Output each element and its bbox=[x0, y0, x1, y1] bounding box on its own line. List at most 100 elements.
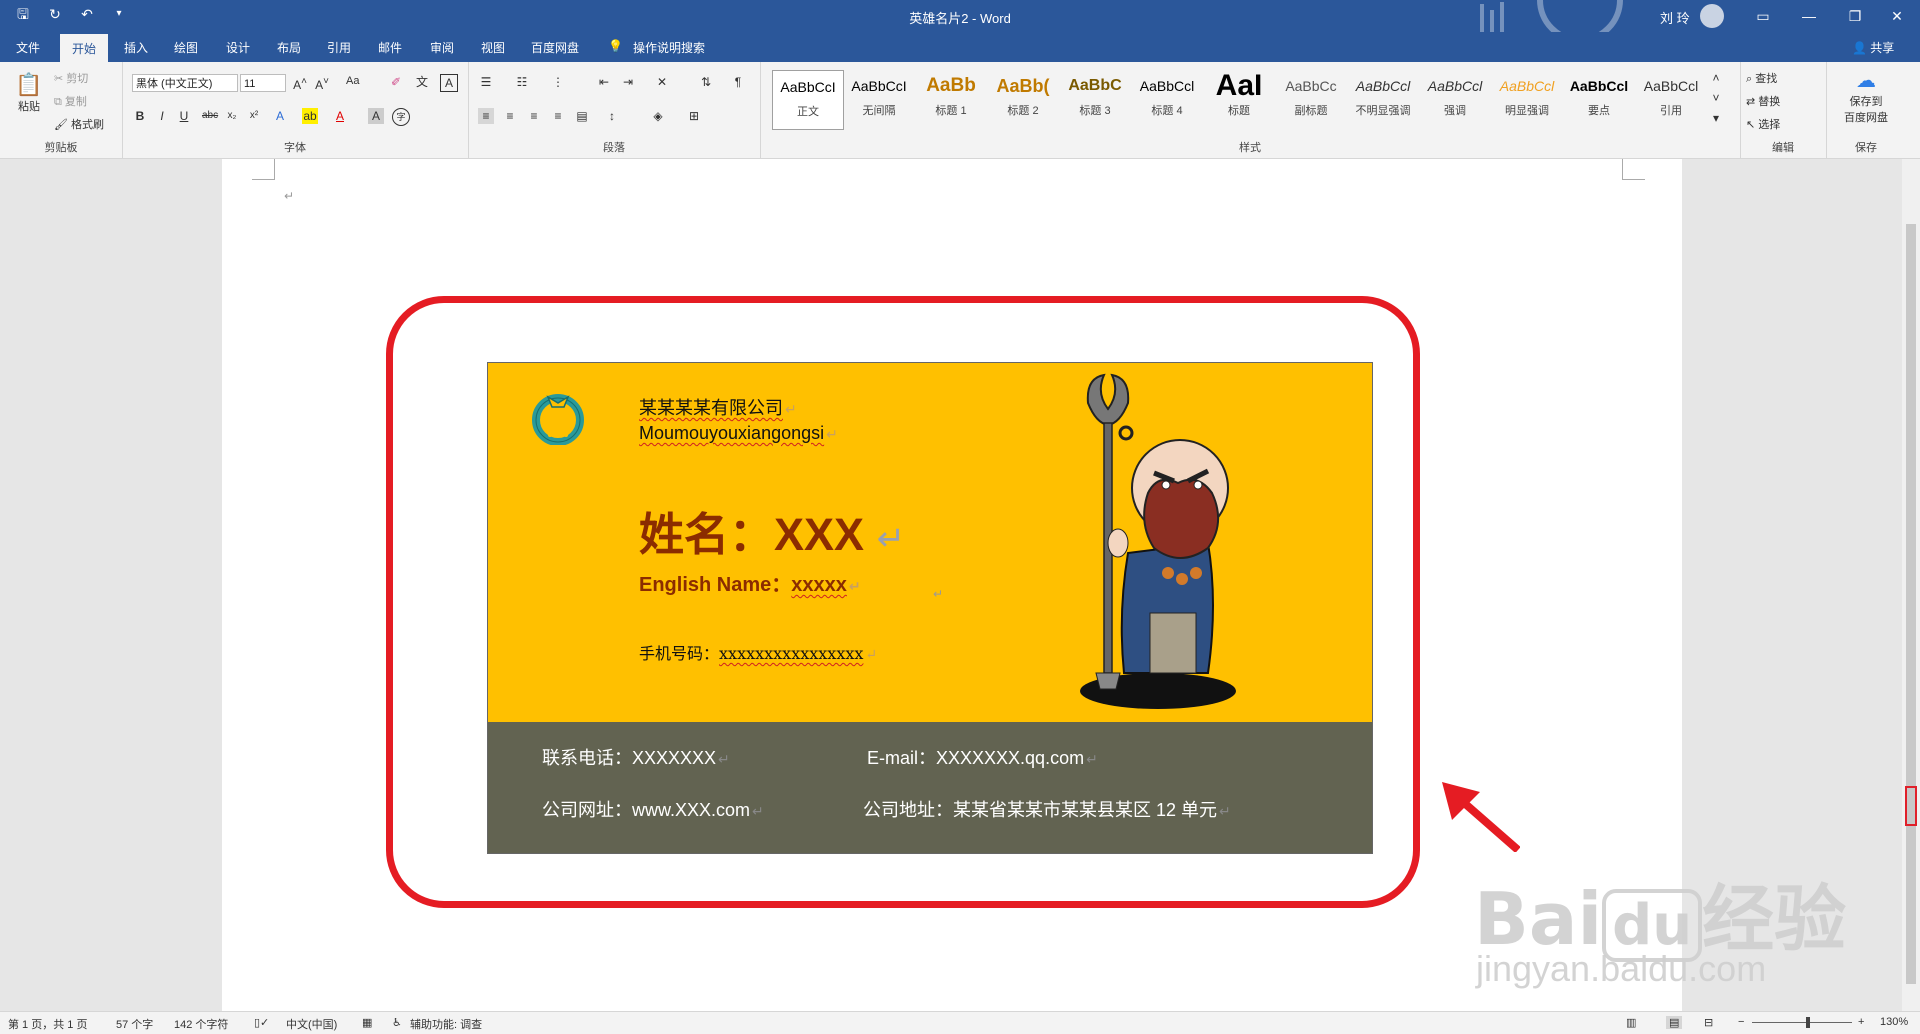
style-item[interactable]: AaBbCcl 明显强调 bbox=[1492, 70, 1562, 128]
tab-mailings[interactable]: 邮件 bbox=[378, 39, 402, 56]
replace-button[interactable]: ⇄ 替换 bbox=[1746, 93, 1780, 109]
find-button[interactable]: ⌕ 查找 bbox=[1746, 70, 1777, 86]
align-left-icon[interactable]: ≡ bbox=[478, 108, 494, 124]
char-count[interactable]: 142 个字符 bbox=[174, 1016, 228, 1032]
read-mode-icon[interactable]: ▥ bbox=[1626, 1016, 1636, 1029]
format-painter-button[interactable]: 🖌 格式刷 bbox=[54, 116, 104, 132]
multilevel-list-icon[interactable]: ⋮ bbox=[550, 74, 566, 90]
accessibility-status[interactable]: 辅助功能: 调查 bbox=[410, 1016, 482, 1032]
style-item[interactable]: AaBbCcl 要点 bbox=[1564, 70, 1634, 128]
show-marks-icon[interactable]: ¶ bbox=[730, 74, 746, 90]
distributed-icon[interactable]: ▤ bbox=[574, 108, 590, 124]
save-to-netdisk-button[interactable]: ☁ 保存到 百度网盘 bbox=[1830, 68, 1902, 125]
decrease-indent-icon[interactable]: ⇤ bbox=[596, 74, 612, 90]
justify-icon[interactable]: ≡ bbox=[550, 108, 566, 124]
font-color-icon[interactable]: A bbox=[332, 108, 348, 124]
asian-layout-icon[interactable]: ✕ bbox=[654, 74, 670, 90]
shading-icon[interactable]: ◈ bbox=[650, 108, 666, 124]
text-effects-icon[interactable]: A bbox=[272, 108, 288, 124]
bold-icon[interactable]: B bbox=[132, 108, 148, 124]
line-spacing-icon[interactable]: ↕ bbox=[604, 108, 620, 124]
highlight-icon[interactable]: ab bbox=[302, 108, 318, 124]
paste-button[interactable]: 📋 粘贴 bbox=[14, 72, 44, 114]
restore-icon[interactable]: ❐ bbox=[1832, 0, 1878, 32]
minimize-icon[interactable]: — bbox=[1786, 0, 1832, 32]
subscript-icon[interactable]: x₂ bbox=[224, 108, 240, 124]
accessibility-icon[interactable]: ♿ bbox=[392, 1016, 402, 1029]
style-item[interactable]: AaBbCcl 标题 4 bbox=[1132, 70, 1202, 128]
change-case-button[interactable]: Aa bbox=[346, 75, 359, 87]
zoom-slider[interactable] bbox=[1752, 1022, 1852, 1023]
cut-button[interactable]: ✂ 剪切 bbox=[54, 70, 88, 86]
zoom-slider-thumb[interactable] bbox=[1806, 1017, 1810, 1028]
copy-button[interactable]: ⧉ 复制 bbox=[54, 93, 87, 109]
web-layout-icon[interactable]: ⊟ bbox=[1704, 1016, 1713, 1029]
tab-insert[interactable]: 插入 bbox=[124, 39, 148, 56]
wreath-logo-icon bbox=[532, 394, 584, 445]
bullets-icon[interactable]: ☰ bbox=[478, 74, 494, 90]
style-item[interactable]: AaBbCcl 强调 bbox=[1420, 70, 1490, 128]
tab-draw[interactable]: 绘图 bbox=[174, 39, 198, 56]
char-border-icon[interactable]: A bbox=[440, 74, 458, 92]
select-button[interactable]: ↖ 选择 bbox=[1746, 116, 1780, 132]
styles-scroll-down-icon[interactable]: ˅ bbox=[1708, 90, 1724, 106]
style-item[interactable]: AaBbCcI 无间隔 bbox=[844, 70, 914, 128]
ribbon-display-icon[interactable]: ▭ bbox=[1740, 0, 1786, 32]
copy-icon: ⧉ bbox=[54, 96, 62, 108]
char-shading-icon[interactable]: A bbox=[368, 108, 384, 124]
italic-icon[interactable]: I bbox=[154, 108, 170, 124]
enclose-char-icon[interactable]: 字 bbox=[392, 108, 410, 126]
zoom-level[interactable]: 130% bbox=[1880, 1016, 1908, 1028]
font-size-select[interactable]: 11 bbox=[240, 74, 286, 92]
tab-home[interactable]: 开始 bbox=[60, 34, 109, 62]
style-item[interactable]: AaBbCcI 正文 bbox=[772, 70, 844, 130]
tell-me-search[interactable]: 操作说明搜索 bbox=[633, 39, 705, 56]
tab-file[interactable]: 文件 bbox=[16, 39, 40, 56]
tab-references[interactable]: 引用 bbox=[327, 39, 351, 56]
increase-indent-icon[interactable]: ⇥ bbox=[620, 74, 636, 90]
sort-icon[interactable]: ⇅ bbox=[698, 74, 714, 90]
editing-group: ⌕ 查找 ⇄ 替换 ↖ 选择 编辑 bbox=[1740, 62, 1827, 158]
tab-layout[interactable]: 布局 bbox=[277, 39, 301, 56]
page-count[interactable]: 第 1 页，共 1 页 bbox=[8, 1016, 87, 1032]
tab-design[interactable]: 设计 bbox=[226, 39, 250, 56]
style-item[interactable]: AaBbCcl 引用 bbox=[1636, 70, 1706, 128]
share-button[interactable]: 👤 共享 bbox=[1852, 39, 1894, 56]
strikethrough-icon[interactable]: abc bbox=[202, 108, 218, 124]
print-layout-icon[interactable]: ▤ bbox=[1666, 1016, 1683, 1029]
borders-icon[interactable]: ⊞ bbox=[686, 108, 702, 124]
tab-view[interactable]: 视图 bbox=[481, 39, 505, 56]
styles-scroll-up-icon[interactable]: ˄ bbox=[1708, 70, 1724, 86]
tab-baidu-netdisk[interactable]: 百度网盘 bbox=[531, 39, 579, 56]
style-item[interactable]: AaBbC 标题 3 bbox=[1060, 70, 1130, 128]
avatar[interactable] bbox=[1700, 4, 1724, 28]
grow-font-icon[interactable]: A˄ bbox=[292, 74, 308, 92]
scrollbar-thumb[interactable] bbox=[1906, 224, 1916, 984]
style-item[interactable]: AaI 标题 bbox=[1204, 70, 1274, 128]
numbering-icon[interactable]: ☷ bbox=[514, 74, 530, 90]
styles-more-icon[interactable]: ▾ bbox=[1708, 110, 1724, 126]
style-item[interactable]: AaBbCc 副标题 bbox=[1276, 70, 1346, 128]
close-icon[interactable]: ✕ bbox=[1874, 0, 1920, 32]
phonetic-guide-icon[interactable]: 文 bbox=[414, 74, 430, 90]
align-center-icon[interactable]: ≡ bbox=[502, 108, 518, 124]
clear-format-icon[interactable]: ✐ bbox=[388, 74, 404, 90]
business-card[interactable]: 某某某某有限公司 ↵ Moumouyouxiangongsi ↵ 姓名：XXX ↵ … bbox=[487, 362, 1373, 854]
language[interactable]: 中文(中国) bbox=[286, 1016, 337, 1032]
style-item[interactable]: AaBb 标题 1 bbox=[916, 70, 986, 128]
proofing-icon[interactable]: ▯✓ bbox=[254, 1016, 269, 1029]
user-name[interactable]: 刘 玲 bbox=[1660, 8, 1690, 27]
tab-review[interactable]: 审阅 bbox=[430, 39, 454, 56]
zoom-out-icon[interactable]: − bbox=[1738, 1016, 1744, 1028]
shrink-font-icon[interactable]: A˅ bbox=[314, 74, 330, 92]
font-name-select[interactable]: 黑体 (中文正文) bbox=[132, 74, 238, 92]
word-count[interactable]: 57 个字 bbox=[116, 1016, 153, 1032]
macro-icon[interactable]: ▦ bbox=[362, 1016, 372, 1029]
underline-icon[interactable]: U bbox=[176, 108, 192, 124]
zoom-in-icon[interactable]: + bbox=[1858, 1016, 1864, 1028]
align-right-icon[interactable]: ≡ bbox=[526, 108, 542, 124]
style-item[interactable]: AaBb(标题 2 bbox=[988, 70, 1058, 128]
superscript-icon[interactable]: x² bbox=[246, 108, 262, 124]
vertical-scrollbar[interactable] bbox=[1902, 159, 1920, 1011]
style-item[interactable]: AaBbCcl 不明显强调 bbox=[1348, 70, 1418, 128]
